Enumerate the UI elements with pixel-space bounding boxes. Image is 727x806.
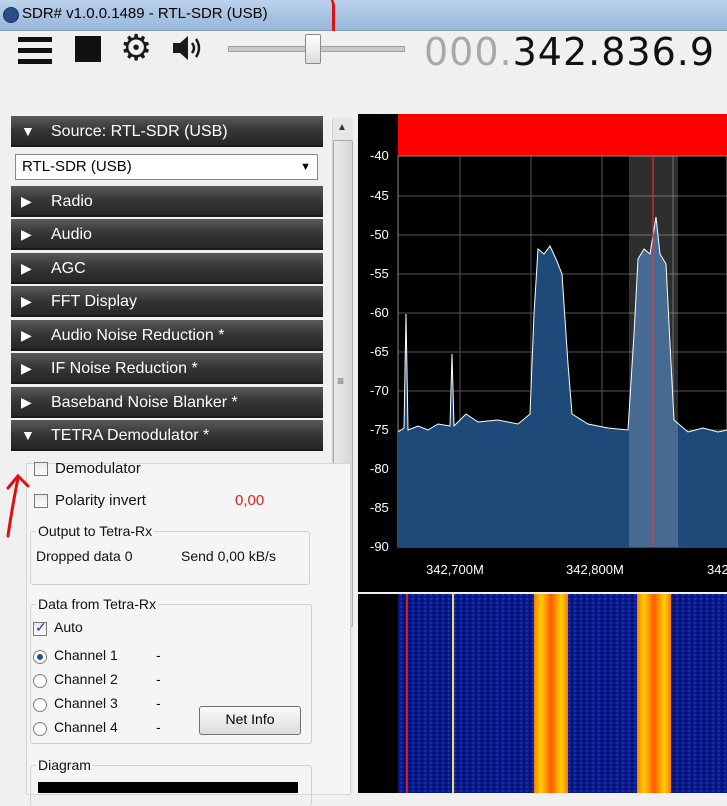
frequency-digits[interactable]: 342.836.9: [513, 30, 715, 74]
y-tick-label: -90: [370, 539, 389, 554]
source-device-value: RTL-SDR (USB): [22, 158, 132, 175]
panel-header-audio[interactable]: ▶ Audio: [11, 219, 323, 250]
channel-4-label: Channel 4: [54, 719, 118, 735]
y-tick-label: -60: [370, 305, 389, 320]
channel-1-radio[interactable]: [33, 650, 47, 664]
expanded-arrow-icon: ▼: [21, 123, 35, 139]
y-tick-label: -40: [370, 148, 389, 163]
polarity-invert-label: Polarity invert: [55, 492, 146, 509]
y-tick-label: -45: [370, 188, 389, 203]
y-tick-label: -55: [370, 266, 389, 281]
channel-2-radio[interactable]: [33, 674, 47, 688]
collapsed-arrow-icon: ▶: [21, 193, 32, 209]
y-tick-label: -65: [370, 344, 389, 359]
y-tick-label: -80: [370, 461, 389, 476]
panel-header-label: IF Noise Reduction *: [51, 360, 198, 377]
channel-3-radio[interactable]: [33, 698, 47, 712]
channel-1-value: -: [156, 647, 161, 663]
y-tick-label: -50: [370, 227, 389, 242]
polarity-value: 0,00: [235, 492, 265, 509]
panel-header-label: AGC: [51, 260, 86, 277]
panel-header-label: Audio Noise Reduction *: [51, 327, 225, 344]
panel-header-fft-display[interactable]: ▶ FFT Display: [11, 286, 323, 317]
red-annotation-arrow: [6, 473, 30, 538]
expanded-arrow-icon: ▼: [21, 427, 35, 443]
demodulator-label: Demodulator: [55, 460, 141, 477]
diagram-group-title: Diagram: [36, 757, 93, 773]
source-device-select[interactable]: RTL-SDR (USB) ▼: [15, 154, 318, 180]
net-info-button[interactable]: Net Info: [199, 706, 301, 735]
x-tick-label: 342,800M: [566, 562, 624, 577]
channel-1-label: Channel 1: [54, 647, 118, 663]
spectrum-analyzer[interactable]: -40 -45 -50 -55 -60 -65 -70 -75 -80 -85 …: [358, 114, 727, 592]
spectrum-svg: [397, 114, 727, 548]
channel-2-label: Channel 2: [54, 671, 118, 687]
channel-2-value: -: [156, 671, 161, 687]
output-group-title: Output to Tetra-Rx: [36, 523, 155, 539]
channel-3-label: Channel 3: [54, 695, 118, 711]
panel-header-label: FFT Display: [51, 293, 137, 310]
waterfall-signal-band: [637, 594, 671, 793]
panel-header-agc[interactable]: ▶ AGC: [11, 253, 323, 284]
red-marker-bar: [398, 114, 727, 156]
panel-header-tetra-demodulator[interactable]: ▼ TETRA Demodulator *: [11, 420, 323, 451]
chevron-down-icon: ▼: [300, 161, 311, 173]
diagram-canvas: [38, 782, 298, 793]
panel-header-radio[interactable]: ▶ Radio: [11, 186, 323, 217]
collapsed-arrow-icon: ▶: [21, 260, 32, 276]
stop-icon[interactable]: [75, 36, 101, 62]
collapsed-arrow-icon: ▶: [21, 293, 32, 309]
panel-header-label: Source: RTL-SDR (USB): [51, 123, 228, 140]
gear-icon[interactable]: ⚙: [120, 30, 152, 66]
menu-icon[interactable]: [18, 37, 52, 67]
polarity-invert-checkbox[interactable]: [34, 494, 48, 508]
collapsed-arrow-icon: ▶: [21, 327, 32, 343]
x-tick-label: 342,700M: [426, 562, 484, 577]
collapsed-arrow-icon: ▶: [21, 360, 32, 376]
collapsed-arrow-icon: ▶: [21, 226, 32, 242]
channel-4-radio[interactable]: [33, 722, 47, 736]
channel-3-value: -: [156, 695, 161, 711]
panel-header-if-noise-reduction[interactable]: ▶ IF Noise Reduction *: [11, 353, 323, 384]
channel-4-value: -: [156, 719, 161, 735]
waterfall-spur-line: [406, 594, 408, 793]
panel-header-label: Baseband Noise Blanker *: [51, 394, 238, 411]
x-tick-label: 342,9: [707, 562, 727, 577]
y-tick-label: -70: [370, 383, 389, 398]
waterfall-spur-line: [452, 594, 454, 793]
auto-label: Auto: [54, 619, 83, 635]
scroll-up-icon[interactable]: ▲: [334, 120, 350, 136]
y-tick-label: -75: [370, 422, 389, 437]
volume-slider-thumb[interactable]: [305, 34, 321, 64]
waterfall-display[interactable]: [358, 594, 727, 793]
waterfall-svg: [358, 594, 727, 793]
frequency-display[interactable]: 000.342.836.9: [424, 30, 715, 74]
panel-header-label: Radio: [51, 193, 93, 210]
send-rate-label: Send 0,00 kB/s: [181, 548, 276, 564]
splitter-grip-icon[interactable]: ≡: [337, 374, 344, 388]
panel-header-baseband-noise-blanker[interactable]: ▶ Baseband Noise Blanker *: [11, 387, 323, 418]
collapsed-arrow-icon: ▶: [21, 394, 32, 410]
panel-header-audio-noise-reduction[interactable]: ▶ Audio Noise Reduction *: [11, 320, 323, 351]
panel-header-label: Audio: [51, 226, 92, 243]
panel-header-source[interactable]: ▼ Source: RTL-SDR (USB): [11, 116, 323, 147]
frequency-leading-digits[interactable]: 000.: [424, 30, 513, 74]
waterfall-signal-band: [534, 594, 568, 793]
speaker-icon[interactable]: [170, 32, 206, 64]
data-group-title: Data from Tetra-Rx: [36, 596, 158, 612]
auto-checkbox[interactable]: [33, 619, 47, 636]
y-tick-label: -85: [370, 500, 389, 515]
demodulator-checkbox[interactable]: [34, 462, 48, 476]
dropped-data-label: Dropped data 0: [36, 548, 133, 564]
panel-header-label: TETRA Demodulator *: [51, 427, 210, 444]
